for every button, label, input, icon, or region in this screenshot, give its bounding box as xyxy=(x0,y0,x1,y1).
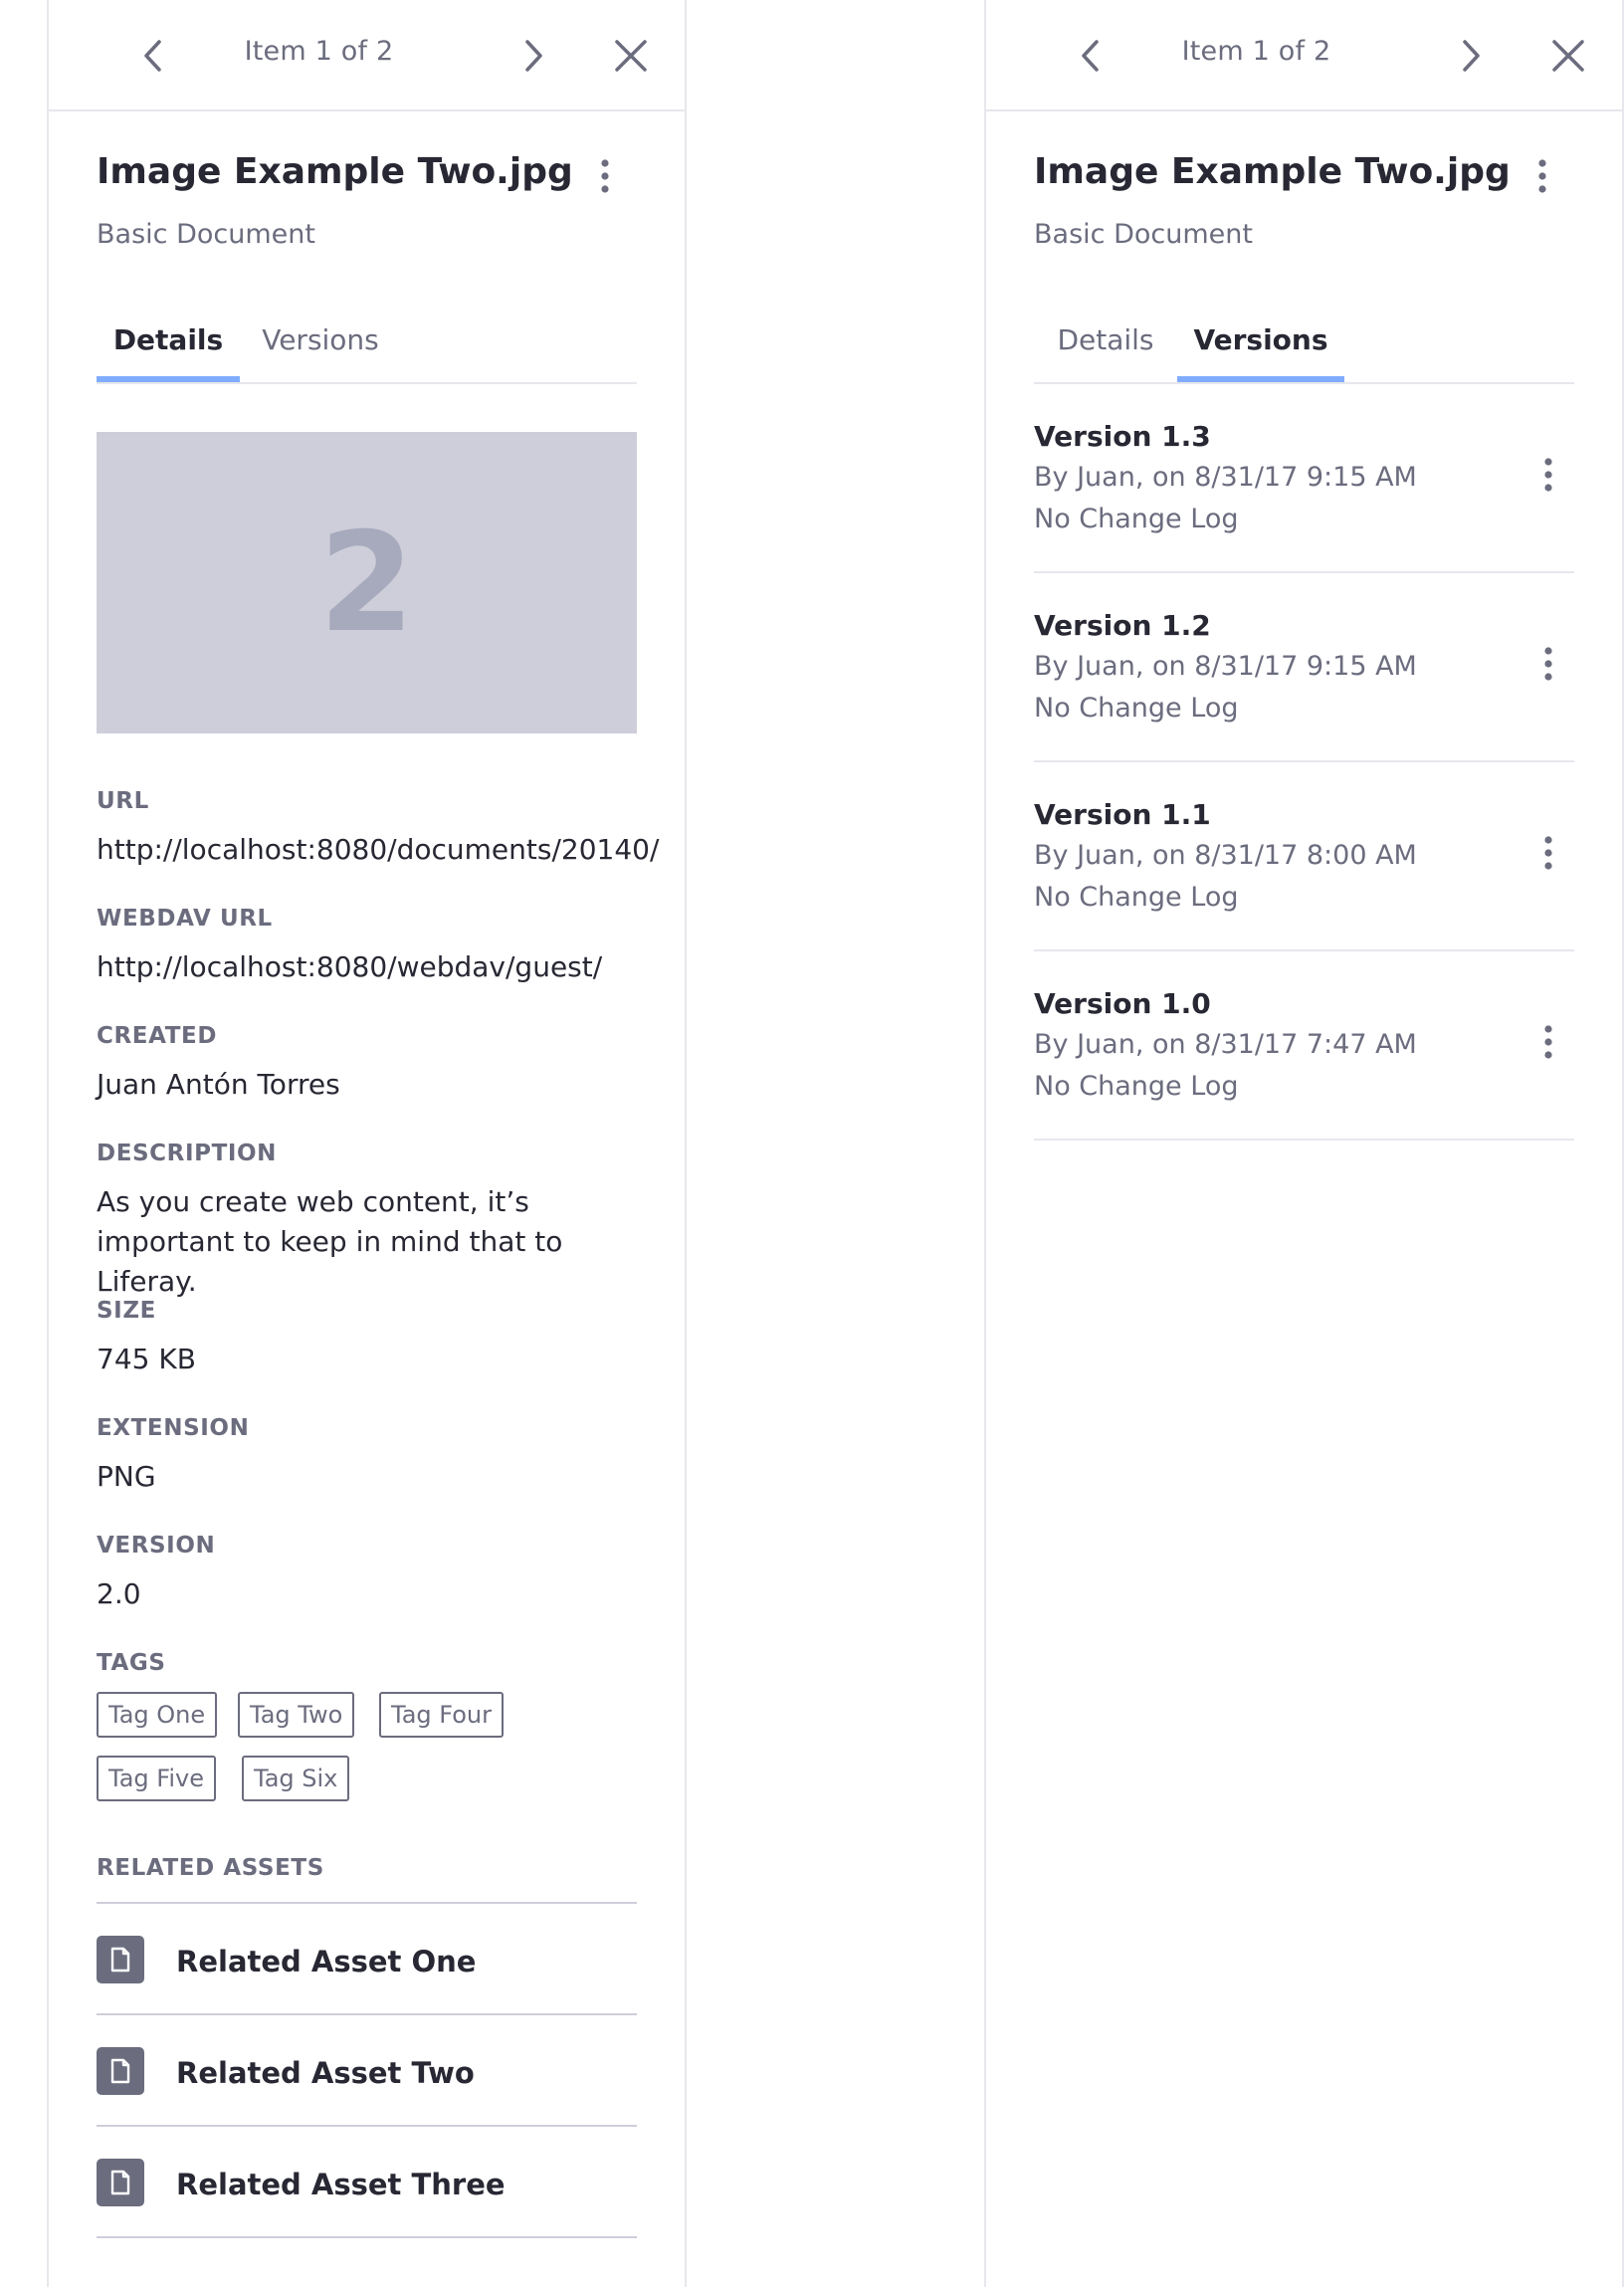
kebab-menu-icon xyxy=(1538,159,1546,193)
tag[interactable]: Tag Six xyxy=(242,1756,350,1801)
version-author-date: By Juan, on 8/31/17 9:15 AM xyxy=(1034,462,1417,493)
next-item-button[interactable] xyxy=(508,30,558,82)
close-icon xyxy=(1552,40,1584,72)
document-type: Basic Document xyxy=(1034,219,1253,250)
size-label: SIZE xyxy=(97,1298,156,1324)
preview-placeholder-number: 2 xyxy=(318,502,415,663)
version-author-date: By Juan, on 8/31/17 8:00 AM xyxy=(1034,840,1417,871)
document-type: Basic Document xyxy=(97,219,315,250)
next-item-button[interactable] xyxy=(1446,30,1496,82)
chevron-left-icon xyxy=(1082,40,1099,72)
version-value: 2.0 xyxy=(97,1577,141,1610)
close-icon xyxy=(615,40,647,72)
versions-panel: Item 1 of 2 Image Example Two.jpg Basic … xyxy=(984,0,1624,2287)
item-counter: Item 1 of 2 xyxy=(244,36,394,67)
extension-value: PNG xyxy=(97,1460,156,1493)
related-asset-label: Related Asset Two xyxy=(176,2056,475,2090)
kebab-menu-icon xyxy=(1544,458,1552,492)
previous-item-button[interactable] xyxy=(128,30,178,82)
created-label: CREATED xyxy=(97,1023,218,1049)
version-author-date: By Juan, on 8/31/17 9:15 AM xyxy=(1034,651,1417,682)
panel-header: Item 1 of 2 xyxy=(986,0,1622,111)
tag[interactable]: Tag One xyxy=(97,1692,218,1738)
divider xyxy=(97,2236,637,2238)
version-actions-button[interactable] xyxy=(1531,826,1565,880)
tab-details[interactable]: Details xyxy=(1034,320,1177,382)
description-label: DESCRIPTION xyxy=(97,1141,278,1166)
details-panel: Item 1 of 2 Image Example Two.jpg Basic … xyxy=(47,0,687,2287)
related-asset-label: Related Asset One xyxy=(176,1945,477,1978)
size-value: 745 KB xyxy=(97,1343,196,1375)
tags-label: TAGS xyxy=(97,1650,166,1676)
version-item: Version 1.2 By Juan, on 8/31/17 9:15 AM … xyxy=(1034,573,1574,762)
document-actions-button[interactable] xyxy=(588,149,622,203)
version-title: Version 1.3 xyxy=(1034,420,1211,453)
related-asset-label: Related Asset Three xyxy=(176,2168,506,2201)
tab-label: Details xyxy=(112,323,224,356)
tab-label: Details xyxy=(1057,323,1154,356)
tab-versions[interactable]: Versions xyxy=(1177,320,1344,382)
image-preview: 2 xyxy=(97,432,637,733)
previous-item-button[interactable] xyxy=(1066,30,1116,82)
panel-header: Item 1 of 2 xyxy=(49,0,685,111)
item-counter: Item 1 of 2 xyxy=(1181,36,1331,67)
webdav-url-label: WEBDAV URL xyxy=(97,906,273,932)
version-actions-button[interactable] xyxy=(1531,448,1565,502)
created-value: Juan Antón Torres xyxy=(97,1068,340,1101)
version-change-log: No Change Log xyxy=(1034,1071,1239,1102)
version-author-date: By Juan, on 8/31/17 7:47 AM xyxy=(1034,1029,1417,1060)
close-button[interactable] xyxy=(606,30,656,82)
chevron-right-icon xyxy=(1463,40,1480,72)
chevron-left-icon xyxy=(144,40,161,72)
document-icon xyxy=(97,1936,144,1983)
document-title: Image Example Two.jpg xyxy=(97,151,573,192)
related-asset-item[interactable]: Related Asset One xyxy=(97,1903,637,2012)
version-item: Version 1.3 By Juan, on 8/31/17 9:15 AM … xyxy=(1034,384,1574,573)
related-assets-label: RELATED ASSETS xyxy=(97,1855,324,1881)
document-icon xyxy=(97,2159,144,2206)
kebab-menu-icon xyxy=(601,159,609,193)
version-title: Version 1.0 xyxy=(1034,987,1211,1020)
description-value: As you create web content, it’s importan… xyxy=(97,1185,563,1298)
url-label: URL xyxy=(97,788,149,814)
version-label: VERSION xyxy=(97,1533,216,1559)
tab-details[interactable]: Details xyxy=(97,320,240,382)
related-asset-item[interactable]: Related Asset Three xyxy=(97,2126,637,2235)
tag[interactable]: Tag Two xyxy=(238,1692,355,1738)
url-value: http://localhost:8080/documents/20140/ xyxy=(97,833,660,866)
kebab-menu-icon xyxy=(1544,1025,1552,1059)
version-item: Version 1.1 By Juan, on 8/31/17 8:00 AM … xyxy=(1034,762,1574,951)
tab-label: Versions xyxy=(262,323,379,356)
close-button[interactable] xyxy=(1543,30,1593,82)
tag[interactable]: Tag Four xyxy=(379,1692,504,1738)
panel-tabs: Details Versions xyxy=(97,314,637,384)
tag[interactable]: Tag Five xyxy=(97,1756,216,1801)
chevron-right-icon xyxy=(525,40,542,72)
kebab-menu-icon xyxy=(1544,647,1552,681)
tab-label: Versions xyxy=(1193,323,1328,356)
version-title: Version 1.2 xyxy=(1034,609,1211,642)
panel-tabs: Details Versions xyxy=(1034,314,1574,384)
document-title: Image Example Two.jpg xyxy=(1034,151,1511,192)
version-change-log: No Change Log xyxy=(1034,504,1239,534)
version-change-log: No Change Log xyxy=(1034,882,1239,913)
webdav-url-value: http://localhost:8080/webdav/guest/ xyxy=(97,950,603,983)
version-change-log: No Change Log xyxy=(1034,693,1239,724)
version-item: Version 1.0 By Juan, on 8/31/17 7:47 AM … xyxy=(1034,951,1574,1141)
version-actions-button[interactable] xyxy=(1531,1015,1565,1069)
document-icon xyxy=(97,2047,144,2095)
kebab-menu-icon xyxy=(1544,836,1552,870)
extension-label: EXTENSION xyxy=(97,1415,250,1441)
version-actions-button[interactable] xyxy=(1531,637,1565,691)
version-title: Version 1.1 xyxy=(1034,798,1211,831)
related-asset-item[interactable]: Related Asset Two xyxy=(97,2014,637,2124)
tab-versions[interactable]: Versions xyxy=(256,320,385,382)
document-actions-button[interactable] xyxy=(1525,149,1559,203)
